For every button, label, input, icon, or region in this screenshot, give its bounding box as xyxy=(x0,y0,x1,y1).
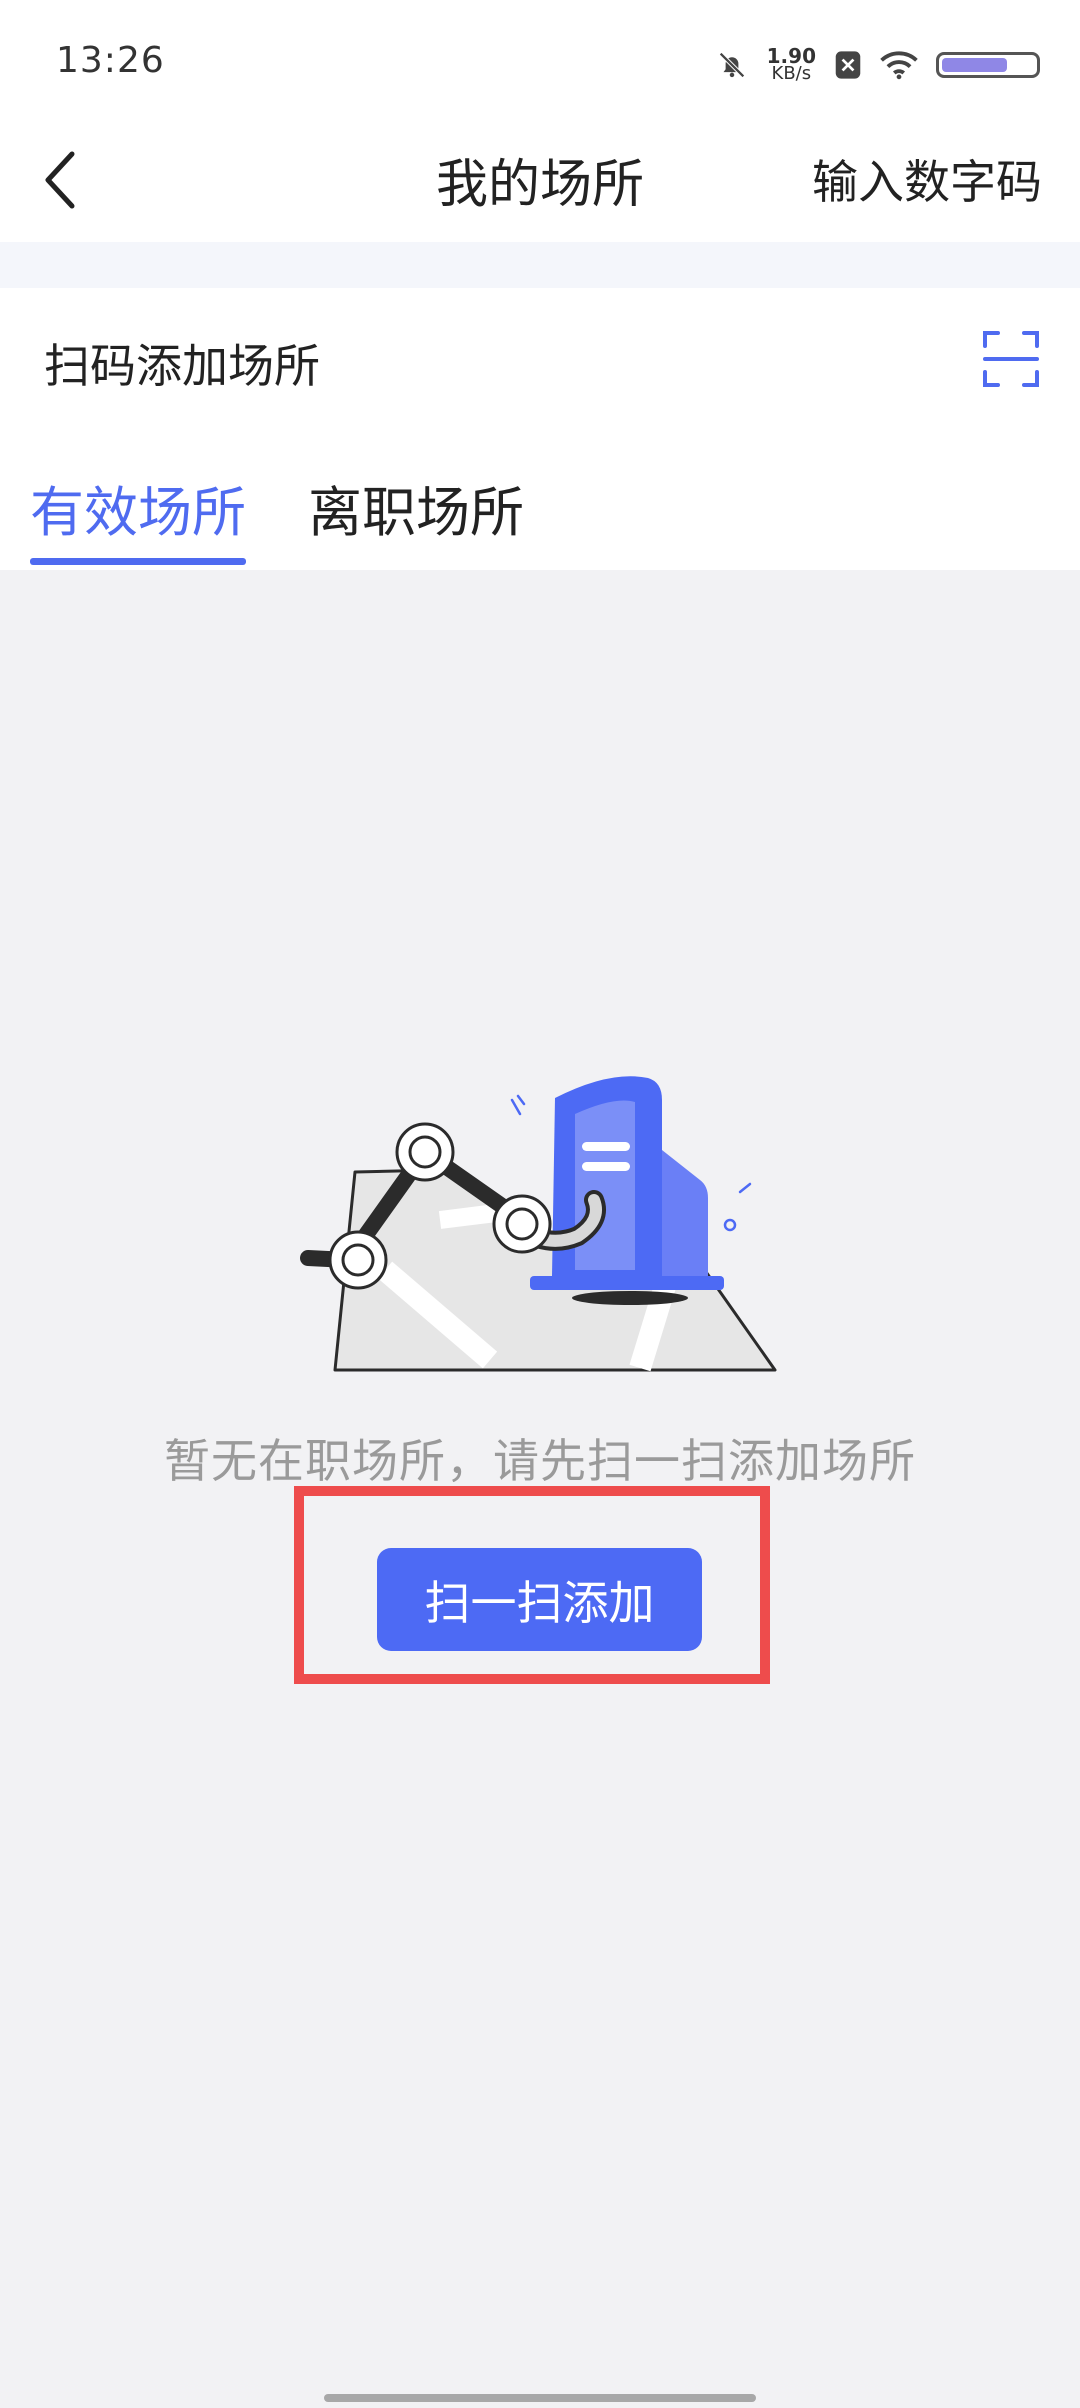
status-icons: 1.90 KB/s xyxy=(715,40,1040,90)
empty-venue-illustration xyxy=(300,1076,777,1372)
battery-icon xyxy=(936,52,1040,78)
scan-icon[interactable] xyxy=(982,330,1040,388)
net-speed-unit: KB/s xyxy=(771,63,812,84)
nav-header: 我的场所 输入数字码 xyxy=(0,120,1080,242)
scan-add-row[interactable]: 扫码添加场所 xyxy=(0,288,1080,428)
empty-state-message: 暂无在职场所，请先扫一扫添加场所 xyxy=(164,1434,916,1488)
status-time: 13:26 xyxy=(56,40,165,81)
network-speed: 1.90 KB/s xyxy=(767,46,816,84)
tab-resigned-venues[interactable]: 离职场所 xyxy=(308,468,524,547)
input-code-link[interactable]: 输入数字码 xyxy=(812,146,1042,212)
status-bar: 13:26 1.90 KB/s xyxy=(0,0,1080,120)
scan-add-button[interactable]: 扫一扫添加 xyxy=(377,1548,702,1651)
home-indicator[interactable] xyxy=(324,2394,756,2402)
tab-valid-venues[interactable]: 有效场所 xyxy=(30,468,246,547)
active-tab-indicator xyxy=(30,558,246,565)
section-divider xyxy=(0,242,1080,288)
scan-add-label: 扫码添加场所 xyxy=(44,339,320,393)
wifi-icon xyxy=(880,51,918,80)
battery-fill xyxy=(942,58,1007,72)
mute-bell-icon xyxy=(718,52,745,78)
tab-bar: 有效场所 离职场所 xyxy=(0,428,1080,570)
sim-disabled-icon xyxy=(835,51,861,79)
